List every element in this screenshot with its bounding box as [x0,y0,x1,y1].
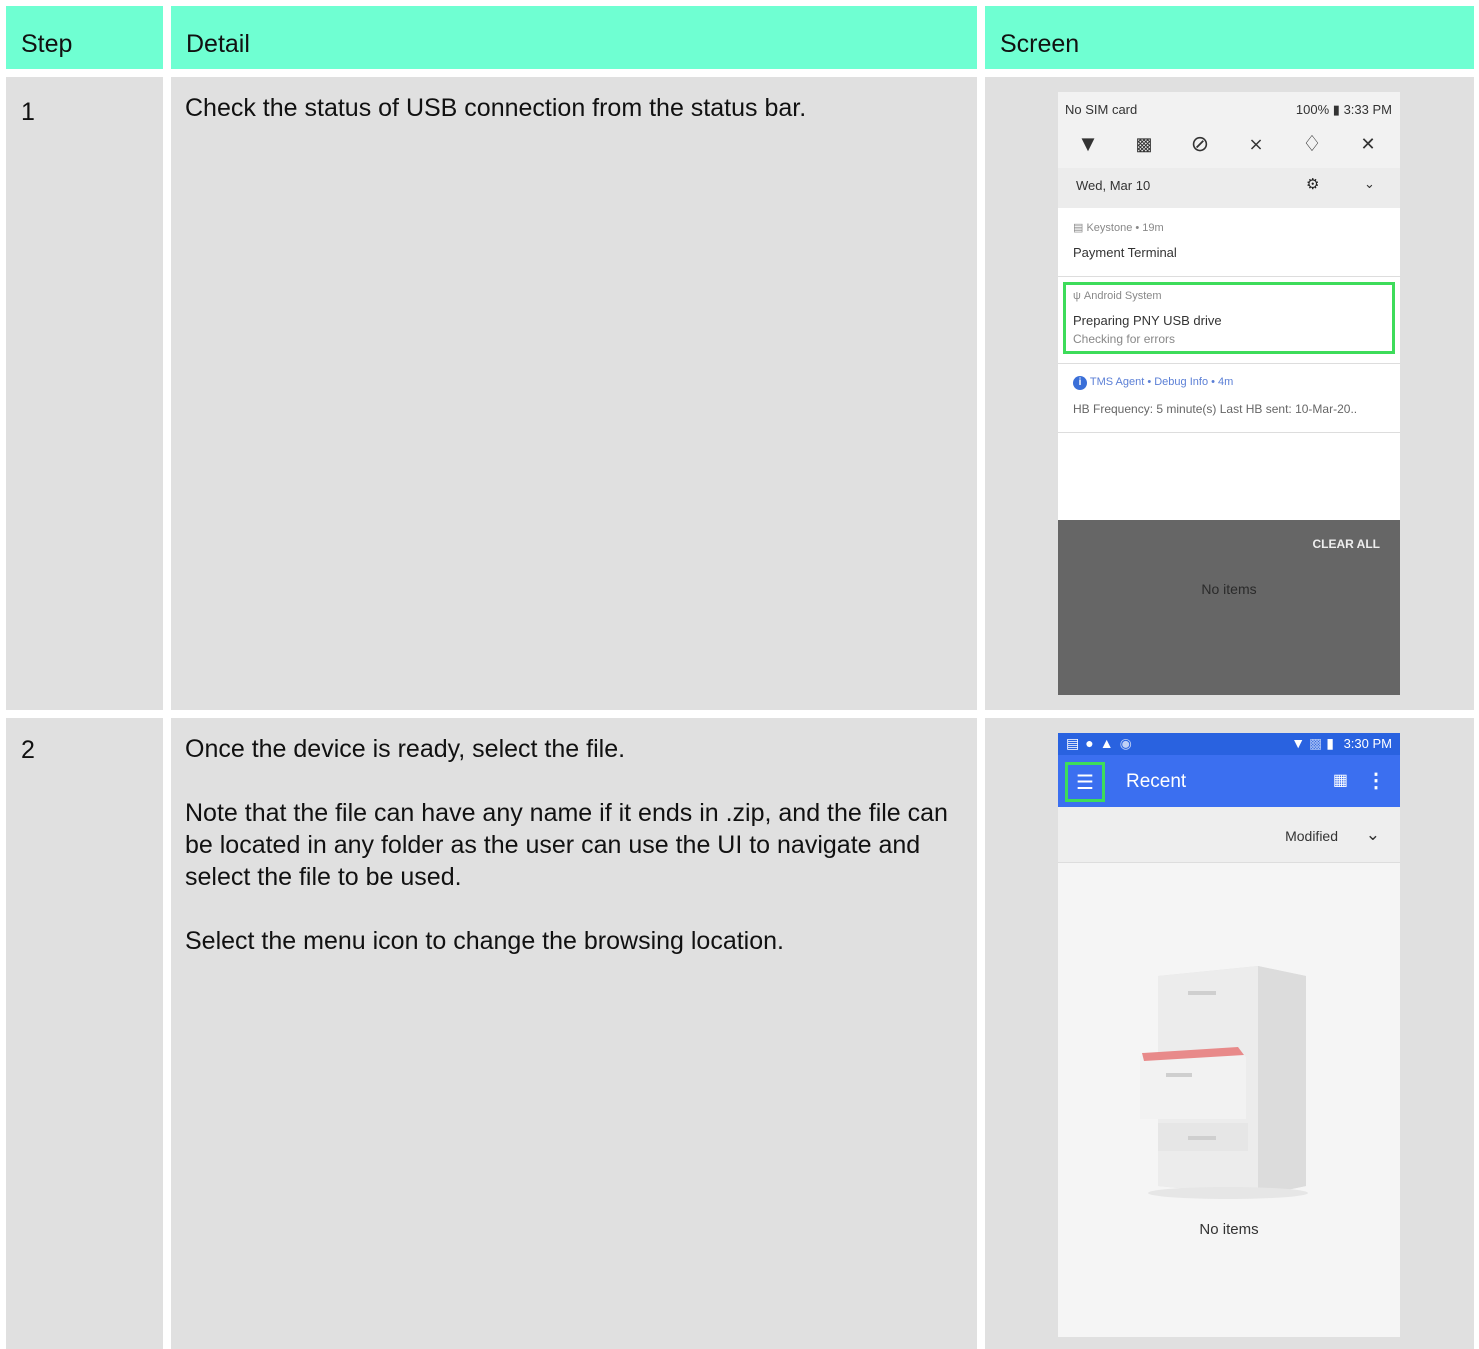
wifi-icon[interactable]: ▼ [1070,130,1106,158]
notification-app: TMS Agent • Debug Info • 4m [1089,376,1234,388]
menu-icon-highlight [1065,762,1105,802]
empty-cabinet-illustration [1140,966,1308,1199]
clock: 3:30 PM [1343,736,1392,751]
row2-detail-cell: Once the device is ready, select the fil… [171,718,977,1349]
card-icon: ▤ [1066,735,1086,751]
header-step: Step [6,6,163,69]
row1-detail-cell: Check the status of USB connection from … [171,77,977,710]
header-detail-label: Detail [186,30,250,58]
battery-level: 100% [1295,102,1330,117]
bluetooth-off-icon[interactable]: ✕ [1350,130,1386,158]
no-sim-icon: ▩ [1309,735,1327,751]
status-right-icons: ▼▩▮ [1291,735,1338,752]
header-screen: Screen [985,6,1474,69]
clear-all-button[interactable]: CLEAR ALL [1312,537,1380,551]
row2-step-number: 2 [21,736,35,764]
app-bar [1058,755,1400,807]
files-recent-screenshot: ▤●▲◉ ▼▩▮ 3:30 PM ☰ Recent ▦ ⋮ Modified ⌄… [1058,733,1400,1337]
info-icon: ● [1085,735,1100,751]
auto-rotate-icon[interactable]: ♢ [1294,130,1330,158]
sort-option[interactable]: Modified [1285,828,1338,844]
card-icon: ▤ [1073,222,1084,234]
notification-title: Payment Terminal [1073,245,1177,260]
sim-status: No SIM card [1065,102,1138,117]
warning-icon: ▲ [1099,735,1120,751]
usb-notification-highlight [1063,282,1395,354]
sort-bar [1058,807,1400,863]
no-items-text: No items [1201,581,1257,597]
clock: 3:33 PM [1343,102,1392,117]
flashlight-icon[interactable]: ⨯ [1238,130,1274,158]
row2-detail-line3: Select the menu icon to change the brows… [185,927,784,955]
no-sim-icon[interactable]: ▩ [1126,130,1162,158]
notification-shade-screenshot: No SIM card 100% ▮ 3:33 PM ▼ ▩ ⊘ ⨯ ♢ ✕ W… [1058,92,1400,695]
row1-step-number: 1 [21,98,35,126]
notification-tms-agent[interactable]: i TMS Agent • Debug Info • 4m HB Frequen… [1058,364,1400,433]
settings-gear-icon[interactable]: ⚙ [1306,175,1319,193]
no-items-text: No items [1199,1221,1259,1238]
row2-detail-line1: Once the device is ready, select the fil… [185,735,626,763]
more-options-icon[interactable]: ⋮ [1366,768,1386,793]
row1-detail-text: Check the status of USB connection from … [185,94,807,122]
battery-icon: ▮ [1326,735,1338,751]
notification-title: HB Frequency: 5 minute(s) Last HB sent: … [1073,402,1358,416]
header-screen-label: Screen [1000,30,1080,58]
row2-step-cell: 2 [6,718,163,1349]
dot-icon: ◉ [1119,735,1138,751]
wifi-icon: ▼ [1291,735,1310,751]
notification-keystone[interactable]: ▤ Keystone • 19m Payment Terminal [1058,208,1400,277]
info-icon: i [1073,376,1087,390]
header-detail: Detail [171,6,977,69]
sort-chevron-icon[interactable]: ⌄ [1366,825,1380,845]
do-not-disturb-icon[interactable]: ⊘ [1182,130,1218,158]
notification-empty-area [1058,433,1400,520]
row1-step-cell: 1 [6,77,163,710]
status-right: 100% ▮ 3:33 PM [1296,102,1392,118]
app-bar-title: Recent [1126,771,1187,792]
shade-date: Wed, Mar 10 [1076,178,1151,193]
row2-detail-line2: Note that the file can have any name if … [185,799,948,891]
battery-icon: ▮ [1332,102,1340,117]
status-left-icons: ▤●▲◉ [1066,735,1138,752]
expand-chevron-icon[interactable]: ⌄ [1364,176,1375,192]
header-step-label: Step [21,30,73,58]
notification-app: Keystone • 19m [1086,222,1164,234]
grid-view-icon[interactable]: ▦ [1333,770,1348,790]
